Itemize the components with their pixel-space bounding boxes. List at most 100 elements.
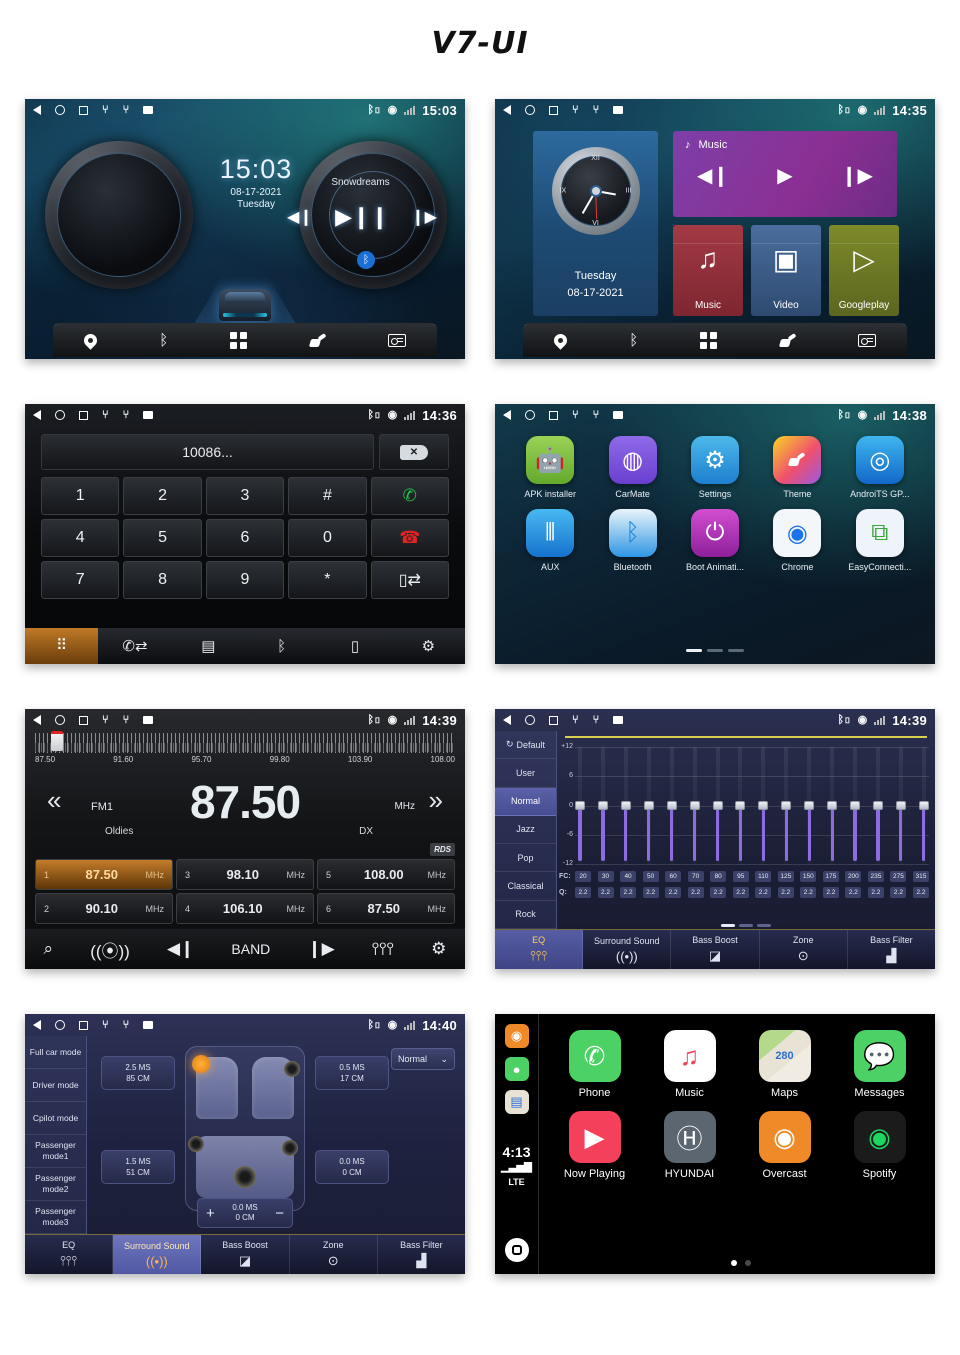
eq-slider[interactable] (712, 747, 723, 865)
back-icon[interactable] (33, 410, 41, 420)
eq-slider[interactable] (781, 747, 792, 865)
tile-googleplay[interactable]: ▷ Googleplay (829, 225, 899, 316)
fc-cell[interactable]: 20 (575, 871, 591, 882)
key-3[interactable]: 3 (205, 477, 285, 515)
q-cell[interactable]: 2.2 (845, 887, 862, 898)
fc-cell[interactable]: 95 (732, 871, 749, 882)
eq-slider[interactable] (575, 747, 585, 865)
eq-slider[interactable] (827, 747, 838, 865)
page-dot[interactable] (745, 1260, 751, 1266)
theme-icon[interactable] (310, 335, 326, 347)
fc-cell[interactable]: 60 (665, 871, 682, 882)
preset-1[interactable]: 1 87.50 MHz (35, 859, 173, 890)
settings-icon[interactable]: ⚙ (431, 939, 446, 959)
fc-cell[interactable]: 50 (642, 871, 659, 882)
q-cell[interactable]: 2.2 (687, 887, 704, 898)
eq-slider[interactable] (850, 747, 861, 865)
tab-zone[interactable]: Zone ⊙ (760, 930, 848, 969)
recents-icon[interactable] (549, 410, 558, 420)
carplay-app-maps[interactable]: 280 Maps (737, 1030, 832, 1099)
recents-icon[interactable] (79, 715, 88, 725)
carplay-home-icon[interactable] (504, 1238, 529, 1262)
fc-cell[interactable]: 315 (912, 871, 929, 882)
eq-preset-default[interactable]: ↻ Default (495, 731, 556, 760)
key-2[interactable]: 2 (123, 477, 202, 515)
music-widget-tile[interactable]: ♪ Music ◀❙ ▶ ❙▶ (673, 131, 897, 217)
mode-passenger-1[interactable]: Passenger mode1 (25, 1135, 86, 1168)
eq-slider[interactable] (804, 747, 815, 865)
back-icon[interactable] (503, 715, 511, 725)
eq-preset-rock[interactable]: Rock (495, 901, 556, 929)
tab-bass-filter[interactable]: Bass Filter ▟ (848, 930, 935, 969)
overcast-icon[interactable]: ◉ (504, 1024, 529, 1048)
tab-bass-boost[interactable]: Bass Boost ◪ (671, 930, 760, 969)
eq-preset-jazz[interactable]: Jazz (495, 816, 556, 845)
key-9[interactable]: 9 (205, 561, 285, 599)
clock-tile[interactable]: XII III VI IX Tuesday 08-17-2021 (533, 131, 658, 316)
tab-keypad[interactable]: ⠿ (25, 628, 99, 664)
q-cell[interactable]: 2.2 (822, 887, 839, 898)
page-dot[interactable] (731, 1260, 737, 1266)
carplay-app-spotify[interactable]: ◉ Spotify (832, 1111, 927, 1180)
fc-cell[interactable]: 70 (687, 871, 704, 882)
fc-cell[interactable]: 125 (777, 871, 794, 882)
q-cell[interactable]: 2.2 (800, 887, 817, 898)
prev-icon[interactable]: ◀❙ (697, 163, 729, 188)
tab-bt-settings[interactable]: ⚙ (392, 637, 465, 655)
mode-driver[interactable]: Driver mode (25, 1069, 86, 1102)
q-cell[interactable]: 2.2 (597, 887, 614, 898)
page-dot[interactable] (686, 649, 702, 652)
delay-rear-right[interactable]: 0.0 MS 0 CM (315, 1150, 389, 1184)
listening-position-marker[interactable] (192, 1055, 210, 1073)
theme-icon[interactable] (780, 335, 796, 347)
recents-icon[interactable] (79, 1020, 88, 1030)
eq-slider[interactable] (895, 747, 906, 865)
eq-slider[interactable] (689, 747, 700, 865)
radio-icon[interactable] (387, 334, 406, 347)
app-androits-gps[interactable]: ◎ AndroiTS GP... (839, 436, 921, 499)
transfer-icon[interactable]: ▯⇄ (370, 561, 449, 599)
key-hash[interactable]: # (288, 477, 367, 515)
app-aux[interactable]: ⫴ AUX (509, 509, 591, 572)
eq-slider[interactable] (643, 747, 654, 865)
q-cell[interactable]: 2.2 (642, 887, 659, 898)
carplay-app-now-playing[interactable]: ▶ Now Playing (547, 1111, 642, 1180)
eq-slider[interactable] (758, 747, 769, 865)
prev-icon[interactable]: ◀❙ (167, 939, 194, 959)
bluetooth-icon[interactable]: ᛒ (159, 332, 168, 349)
bluetooth-icon[interactable]: ᛒ (629, 332, 638, 349)
mode-dropdown[interactable]: Normal ⌄ (391, 1048, 455, 1070)
tune-up-button[interactable]: » (429, 785, 443, 816)
delay-front-left[interactable]: 2.5 MS 85 CM (101, 1056, 175, 1090)
apps-icon[interactable] (230, 332, 248, 349)
tile-video[interactable]: ▣ Video (751, 225, 821, 316)
app-chrome[interactable]: ◉ Chrome (756, 509, 838, 572)
maps-icon[interactable]: ▤ (504, 1090, 529, 1114)
next-icon[interactable]: ❙▶ (841, 163, 873, 188)
antenna-icon[interactable]: ((⦿)) (90, 937, 130, 962)
home-icon[interactable] (525, 715, 535, 725)
play-icon[interactable]: ▶ (777, 163, 792, 188)
tab-zone[interactable]: Zone ⊙ (290, 1235, 378, 1274)
q-cell[interactable]: 2.2 (867, 887, 884, 898)
fc-cell[interactable]: 30 (597, 871, 614, 882)
carplay-app-hyundai[interactable]: Ⓗ HYUNDAI (642, 1111, 737, 1180)
app-apk-installer[interactable]: 🤖 APK installer (509, 436, 591, 499)
recents-icon[interactable] (79, 410, 88, 420)
home-icon[interactable] (525, 410, 535, 420)
carplay-app-messages[interactable]: 💬 Messages (832, 1030, 927, 1099)
eq-slider[interactable] (735, 747, 746, 865)
q-cell[interactable]: 2.2 (912, 887, 929, 898)
fc-cell[interactable]: 275 (890, 871, 907, 882)
key-1[interactable]: 1 (41, 477, 120, 515)
eq-preset-classical[interactable]: Classical (495, 872, 556, 901)
app-bluetooth[interactable]: ᛒ Bluetooth (591, 509, 673, 572)
home-icon[interactable] (55, 410, 65, 420)
hangup-icon[interactable]: ☎ (370, 519, 449, 557)
back-icon[interactable] (33, 105, 41, 115)
radio-icon[interactable] (857, 334, 876, 347)
messages-icon[interactable]: ● (504, 1057, 529, 1081)
page-dot[interactable] (757, 924, 771, 927)
eq-slider[interactable] (620, 747, 631, 865)
q-cell[interactable]: 2.2 (755, 887, 772, 898)
